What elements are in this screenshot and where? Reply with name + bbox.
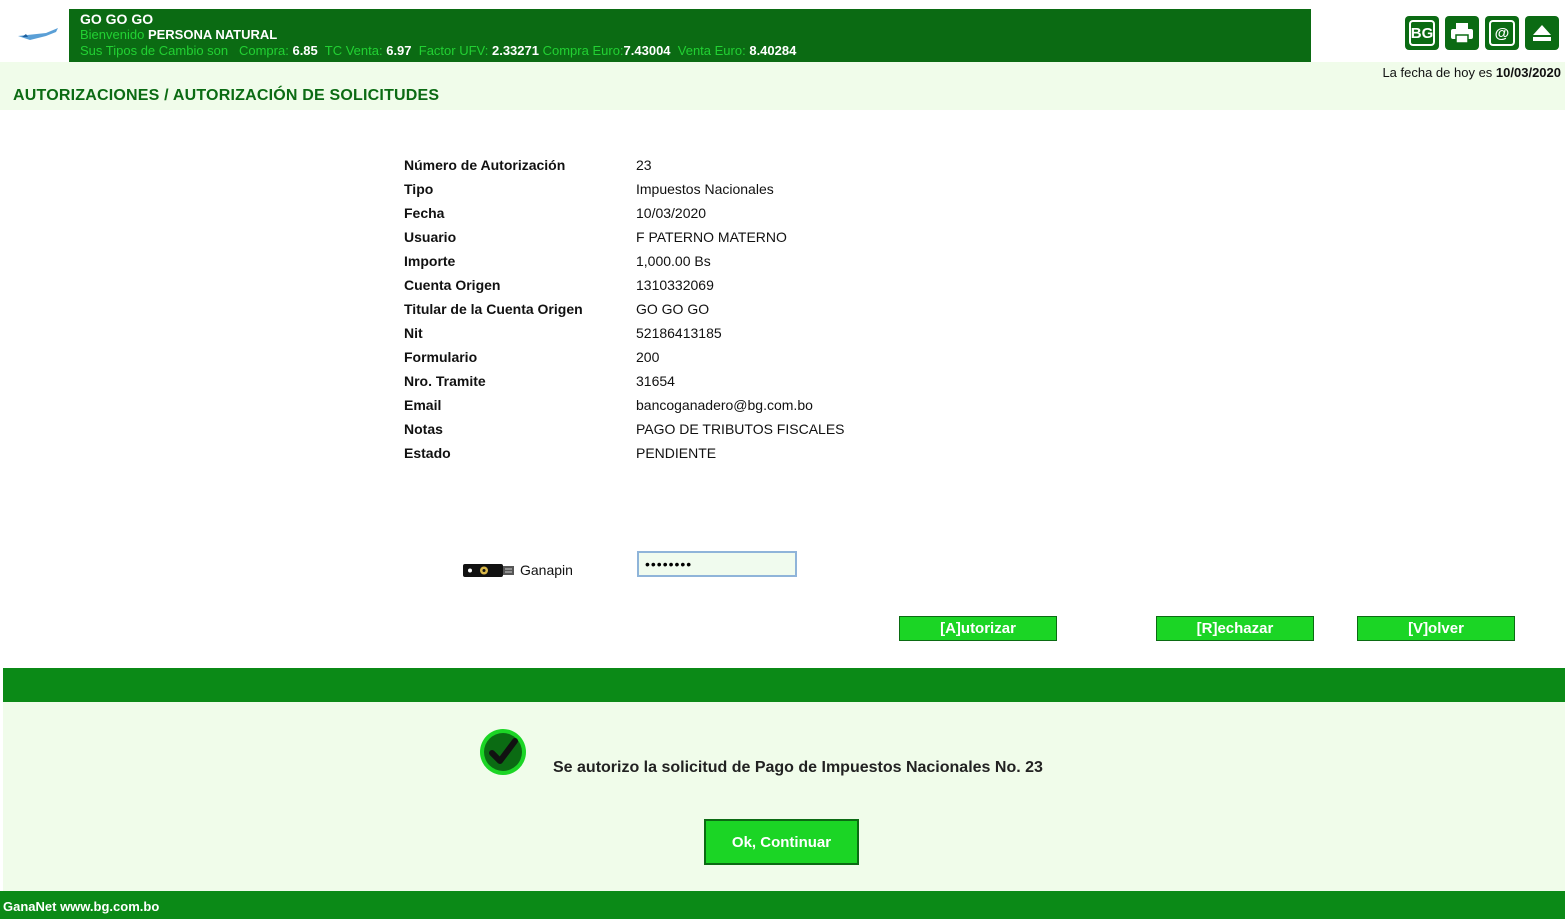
detail-value: 1,000.00 Bs [636, 253, 711, 269]
detail-value: PAGO DE TRIBUTOS FISCALES [636, 421, 845, 437]
bank-logo [7, 9, 69, 62]
detail-row: Email bancoganadero@bg.com.bo [404, 397, 845, 421]
success-check-icon [480, 729, 526, 775]
tc-venta-value: 6.97 [386, 43, 412, 58]
token-key-icon [463, 564, 514, 577]
detail-label: Email [404, 397, 442, 413]
detail-value: 52186413185 [636, 325, 722, 341]
detail-value: 10/03/2020 [636, 205, 707, 221]
detail-label: Importe [404, 253, 456, 269]
detail-label: Tipo [404, 181, 434, 197]
breadcrumb: AUTORIZACIONES / AUTORIZACIÓN DE SOLICIT… [13, 87, 440, 104]
compra-label: Compra: [238, 43, 289, 58]
detail-row: Estado PENDIENTE [404, 445, 845, 469]
authorize-button[interactable]: [A]utorizar [899, 616, 1057, 641]
detail-row: Formulario 200 [404, 349, 845, 373]
detail-row: Usuario F PATERNO MATERNO [404, 229, 845, 253]
detail-row: Cuenta Origen 1310332069 [404, 277, 845, 301]
today-date: La fecha de hoy es 10/03/2020 [1382, 65, 1561, 80]
rates-label: Sus Tipos de Cambio son [80, 43, 229, 58]
welcome-label: Bienvenido [80, 27, 145, 42]
detail-value: GO GO GO [636, 301, 710, 317]
ufv-label: Factor UFV: [418, 43, 489, 58]
detail-value: 200 [636, 349, 660, 365]
footer-text: GanaNet www.bg.com.bo [3, 899, 160, 914]
detail-label: Cuenta Origen [404, 277, 501, 293]
compra-euro-label: Compra Euro: [542, 43, 624, 58]
detail-label: Titular de la Cuenta Origen [404, 301, 583, 317]
venta-euro-label: Venta Euro: [677, 43, 746, 58]
detail-row: Importe 1,000.00 Bs [404, 253, 845, 277]
detail-label: Usuario [404, 229, 457, 245]
detail-row: Nit 52186413185 [404, 325, 845, 349]
detail-label: Nro. Tramite [404, 373, 486, 389]
tc-venta-label: TC Venta: [324, 43, 383, 58]
bg-icon: BG [1409, 20, 1435, 46]
detail-label: Estado [404, 445, 451, 461]
date-label: La fecha de hoy es [1382, 65, 1493, 80]
ganapin-input[interactable] [637, 551, 797, 577]
detail-value: Impuestos Nacionales [636, 181, 774, 197]
header-info: GO GO GO Bienvenido PERSONA NATURAL Sus … [80, 11, 796, 59]
reject-button[interactable]: [R]echazar [1156, 616, 1314, 641]
welcome-line: Bienvenido PERSONA NATURAL [80, 27, 796, 43]
detail-row: Titular de la Cuenta Origen GO GO GO [404, 301, 845, 325]
ganapin-row: Ganapin [462, 551, 573, 579]
detail-label: Notas [404, 421, 443, 437]
ok-continue-button[interactable]: Ok, Continuar [704, 819, 859, 865]
back-button[interactable]: [V]olver [1357, 616, 1515, 641]
airplane-logo-icon [18, 27, 58, 40]
detail-value: 1310332069 [636, 277, 714, 293]
detail-value: 31654 [636, 373, 675, 389]
company-name: GO GO GO [80, 11, 154, 27]
footer: GanaNet www.bg.com.bo [0, 891, 1565, 919]
detail-row: Tipo Impuestos Nacionales [404, 181, 845, 205]
logout-button[interactable] [1525, 16, 1559, 50]
detail-value: bancoganadero@bg.com.bo [636, 397, 813, 413]
ganapin-label: Ganapin [520, 562, 573, 578]
print-button[interactable] [1445, 16, 1479, 50]
detail-row: Nro. Tramite 31654 [404, 373, 845, 397]
detail-label: Nit [404, 325, 423, 341]
header-toolbar: BG @ [1405, 16, 1559, 50]
eject-icon [1533, 25, 1551, 41]
detail-value: 23 [636, 157, 652, 173]
compra-euro-value: 7.43004 [623, 43, 671, 58]
detail-label: Formulario [404, 349, 478, 365]
email-button[interactable]: @ [1485, 16, 1519, 50]
detail-row: Fecha 10/03/2020 [404, 205, 845, 229]
authorization-details: Número de Autorización 23 Tipo Impuestos N… [404, 157, 845, 469]
detail-row: Número de Autorización 23 [404, 157, 845, 181]
detail-value: PENDIENTE [636, 445, 717, 461]
user-type: PERSONA NATURAL [147, 27, 278, 42]
print-icon [1451, 23, 1473, 44]
venta-euro-value: 8.40284 [749, 43, 797, 58]
result-message: Se autorizo la solicitud de Pago de Impu… [553, 759, 1043, 776]
date-value: 10/03/2020 [1495, 65, 1561, 80]
detail-row: Notas PAGO DE TRIBUTOS FISCALES [404, 421, 845, 445]
detail-label: Fecha [404, 205, 445, 221]
date-strip: La fecha de hoy es 10/03/2020 AUTORIZACI… [0, 62, 1565, 110]
exchange-rates-line: Sus Tipos de Cambio son Compra: 6.85 TC … [80, 43, 796, 59]
ufv-value: 2.33271 [491, 43, 539, 58]
email-icon: @ [1489, 20, 1515, 46]
detail-label: Número de Autorización [404, 157, 566, 173]
bg-home-button[interactable]: BG [1405, 16, 1439, 50]
detail-value: F PATERNO MATERNO [636, 229, 787, 245]
compra-value: 6.85 [292, 43, 318, 58]
result-header-band [3, 668, 1565, 702]
header-bar: GO GO GO Bienvenido PERSONA NATURAL Sus … [7, 9, 1311, 62]
